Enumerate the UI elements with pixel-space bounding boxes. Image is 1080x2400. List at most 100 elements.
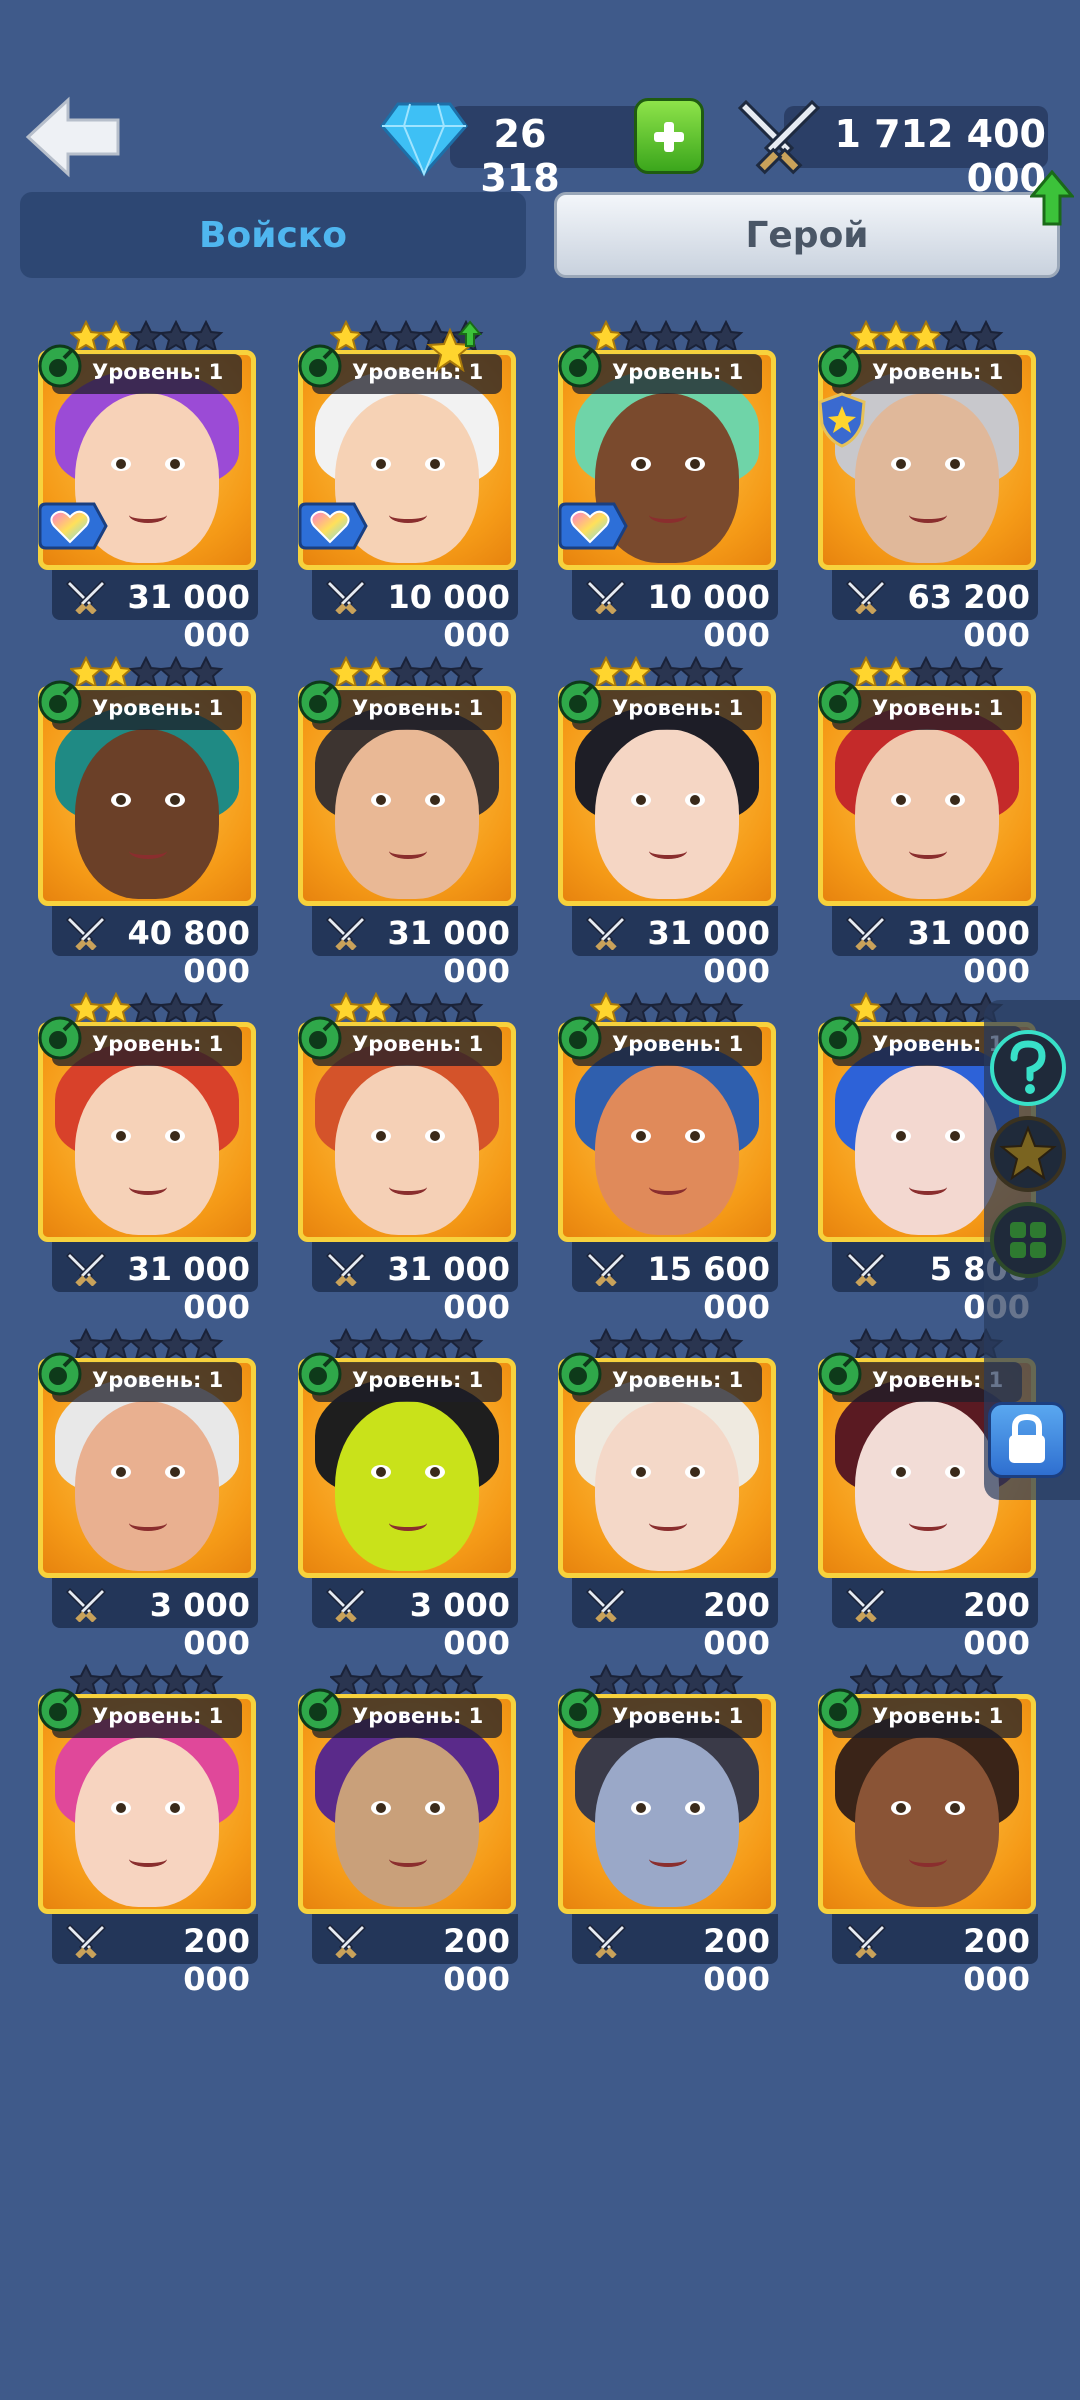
- hero-card[interactable]: X18 Уровень: 1 3 000 000: [36, 1327, 258, 1662]
- hero-power: 31 000 000: [387, 914, 510, 990]
- upgrade-star-icon: [426, 320, 483, 373]
- hero-card[interactable]: X5 Уровень: 1 31 000 000: [36, 319, 258, 654]
- back-button[interactable]: [24, 96, 124, 178]
- hero-power: 200 000: [183, 1922, 250, 1998]
- hero-level: Уровень: 1: [352, 1704, 484, 1728]
- hero-power: 200 000: [963, 1922, 1030, 1998]
- hero-power: 3 000 000: [409, 1586, 510, 1662]
- hero-power: 31 000 000: [127, 1250, 250, 1326]
- crossed-swords-icon: [585, 1586, 627, 1623]
- hero-card[interactable]: X47 Уровень: 1 31 000 000: [556, 655, 778, 990]
- crossed-swords-icon: [325, 1922, 367, 1959]
- star-rating: [848, 319, 1010, 354]
- hero-card[interactable]: X43 Уровень: 1 31 000 000: [816, 655, 1038, 990]
- heart-icon: [556, 500, 630, 552]
- sort-grid-button[interactable]: [990, 1202, 1066, 1278]
- hero-power: 40 800 000: [127, 914, 250, 990]
- grid-icon: [1010, 1222, 1046, 1258]
- favorites-button[interactable]: [990, 1116, 1066, 1192]
- star-icon: [999, 1125, 1057, 1181]
- crossed-swords-icon: [325, 914, 367, 951]
- bomb-icon: [816, 676, 864, 724]
- help-button[interactable]: [990, 1030, 1066, 1106]
- hero-level: Уровень: 1: [612, 696, 744, 720]
- star-rating: [328, 991, 490, 1026]
- hero-card[interactable]: X28 Уровень: 1 31 000 000: [296, 991, 518, 1326]
- heart-icon: [36, 500, 110, 552]
- hero-card[interactable]: X55 Уровень: 1 10 000 000: [296, 319, 518, 654]
- bomb-icon: [296, 676, 344, 724]
- add-gems-button[interactable]: [634, 98, 704, 174]
- tab-troops[interactable]: Войско: [20, 192, 526, 278]
- hero-card[interactable]: X2 Уровень: 1 200 000: [556, 1663, 778, 1998]
- bomb-icon: [556, 340, 604, 388]
- crossed-swords-icon: [325, 1250, 367, 1287]
- bomb-icon: [36, 1012, 84, 1060]
- star-rating: [68, 991, 230, 1026]
- hero-card[interactable]: X14 Уровень: 1 3 000 000: [296, 1327, 518, 1662]
- crossed-swords-icon: [845, 1586, 887, 1623]
- question-icon: [1010, 1040, 1046, 1094]
- crossed-swords-icon: [845, 578, 887, 615]
- bomb-icon: [296, 1012, 344, 1060]
- crossed-swords-icon: [325, 1586, 367, 1623]
- bomb-icon: [36, 676, 84, 724]
- hero-level: Уровень: 1: [352, 1368, 484, 1392]
- hero-level: Уровень: 1: [92, 696, 224, 720]
- hero-card[interactable]: X33 Уровень: 1 31 000 000: [36, 991, 258, 1326]
- star-rating: [68, 319, 230, 354]
- hero-power: 31 000 000: [907, 914, 1030, 990]
- star-rating: [848, 655, 1010, 690]
- hero-level: Уровень: 1: [872, 1704, 1004, 1728]
- crossed-swords-icon: [65, 1586, 107, 1623]
- hero-card[interactable]: X20 Уровень: 1 200 000: [556, 1327, 778, 1662]
- star-rating: [328, 1327, 490, 1362]
- star-rating: [328, 1663, 490, 1698]
- star-rating: [68, 1327, 230, 1362]
- star-rating: [588, 991, 750, 1026]
- crossed-swords-icon: [65, 1250, 107, 1287]
- crossed-swords-icon: [845, 1250, 887, 1287]
- hero-level: Уровень: 1: [352, 696, 484, 720]
- star-rating: [588, 1663, 750, 1698]
- gem-icon: [378, 96, 470, 178]
- crossed-swords-icon: [585, 1922, 627, 1959]
- hero-card[interactable]: X5 Уровень: 1 200 000: [36, 1663, 258, 1998]
- crossed-swords-icon: [585, 914, 627, 951]
- hero-level: Уровень: 1: [612, 1368, 744, 1392]
- star-rating: [588, 319, 750, 354]
- hero-level: Уровень: 1: [92, 1032, 224, 1056]
- hero-level: Уровень: 1: [92, 1704, 224, 1728]
- tab-hero[interactable]: Герой: [554, 192, 1060, 278]
- bomb-icon: [556, 1684, 604, 1732]
- star-rating: [328, 655, 490, 690]
- hero-power: 200 000: [963, 1586, 1030, 1662]
- hero-card[interactable]: X30 Уровень: 1 40 800 000: [36, 655, 258, 990]
- lock-icon: [1009, 1413, 1045, 1463]
- hero-power: 31 000 000: [127, 578, 250, 654]
- star-rating: [848, 1663, 1010, 1698]
- lock-button[interactable]: [988, 1402, 1066, 1478]
- hero-level: Уровень: 1: [612, 1704, 744, 1728]
- total-power: 1 712 400 000: [834, 112, 1046, 200]
- hero-card[interactable]: X4 Уровень: 1 200 000: [296, 1663, 518, 1998]
- hero-card[interactable]: X1 Уровень: 1 200 000: [816, 1663, 1038, 1998]
- star-rating: [68, 655, 230, 690]
- bomb-icon: [296, 1684, 344, 1732]
- bomb-icon: [816, 340, 864, 388]
- bomb-icon: [556, 1012, 604, 1060]
- hero-level: Уровень: 1: [872, 360, 1004, 384]
- hero-card[interactable]: X23 Уровень: 1 10 000 000: [556, 319, 778, 654]
- upgrade-arrow-icon: [1028, 169, 1076, 226]
- hero-power: 200 000: [703, 1922, 770, 1998]
- hero-power: 10 000 000: [387, 578, 510, 654]
- hero-level: Уровень: 1: [92, 1368, 224, 1392]
- hero-card[interactable]: X20 Уровень: 1 15 600 000: [556, 991, 778, 1326]
- bomb-icon: [36, 1348, 84, 1396]
- bomb-icon: [816, 1348, 864, 1396]
- star-rating: [588, 1327, 750, 1362]
- hero-card[interactable]: X97 Уровень: 1 63 200 000: [816, 319, 1038, 654]
- crossed-swords-icon: [65, 578, 107, 615]
- hero-card[interactable]: X53 Уровень: 1 31 000 000: [296, 655, 518, 990]
- bomb-icon: [816, 1684, 864, 1732]
